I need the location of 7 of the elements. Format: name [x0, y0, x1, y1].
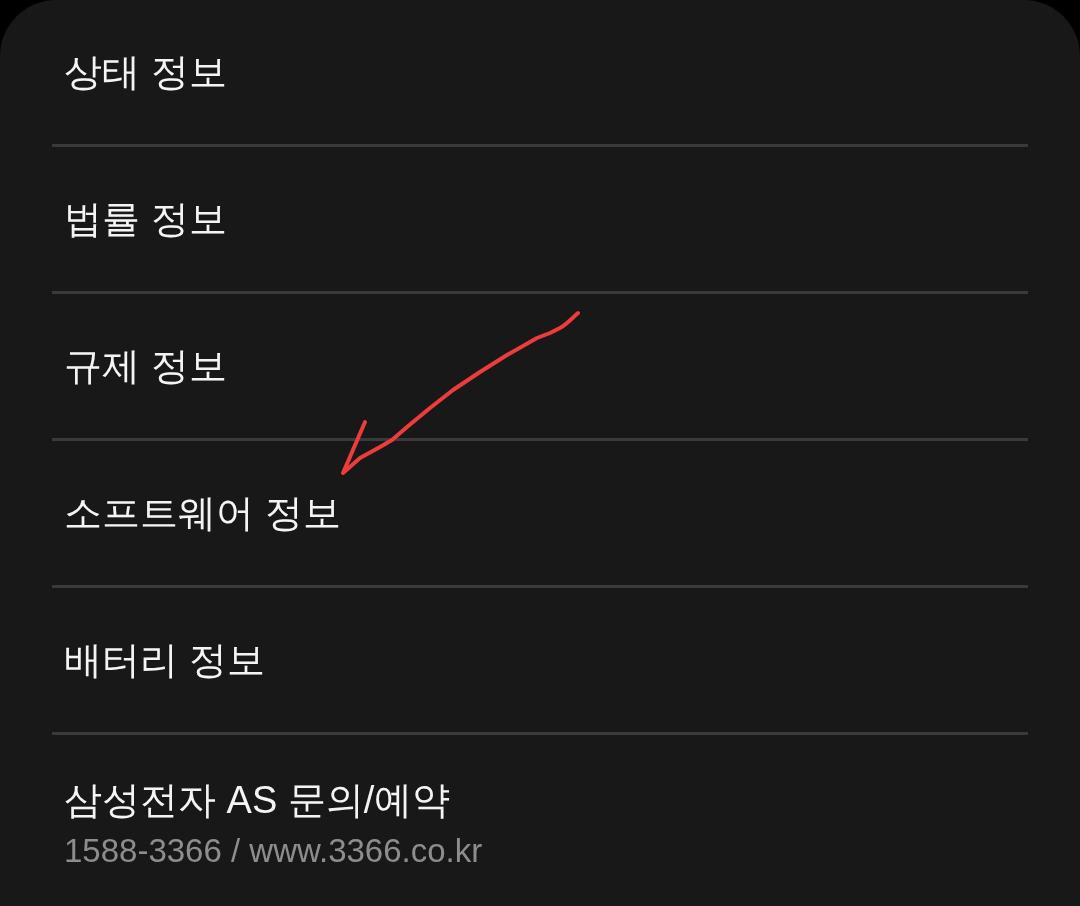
- settings-item[interactable]: 상태 정보: [64, 49, 227, 95]
- settings-item[interactable]: 삼성전자 AS 문의/예약: [64, 777, 451, 823]
- settings-item[interactable]: 규제 정보: [64, 343, 227, 389]
- settings-item[interactable]: 소프트웨어 정보: [64, 490, 341, 536]
- contact-info-text: 1588-3366 / www.3366.co.kr: [64, 831, 483, 871]
- settings-item[interactable]: 법률 정보: [64, 196, 227, 242]
- settings-item[interactable]: 배터리 정보: [64, 637, 265, 683]
